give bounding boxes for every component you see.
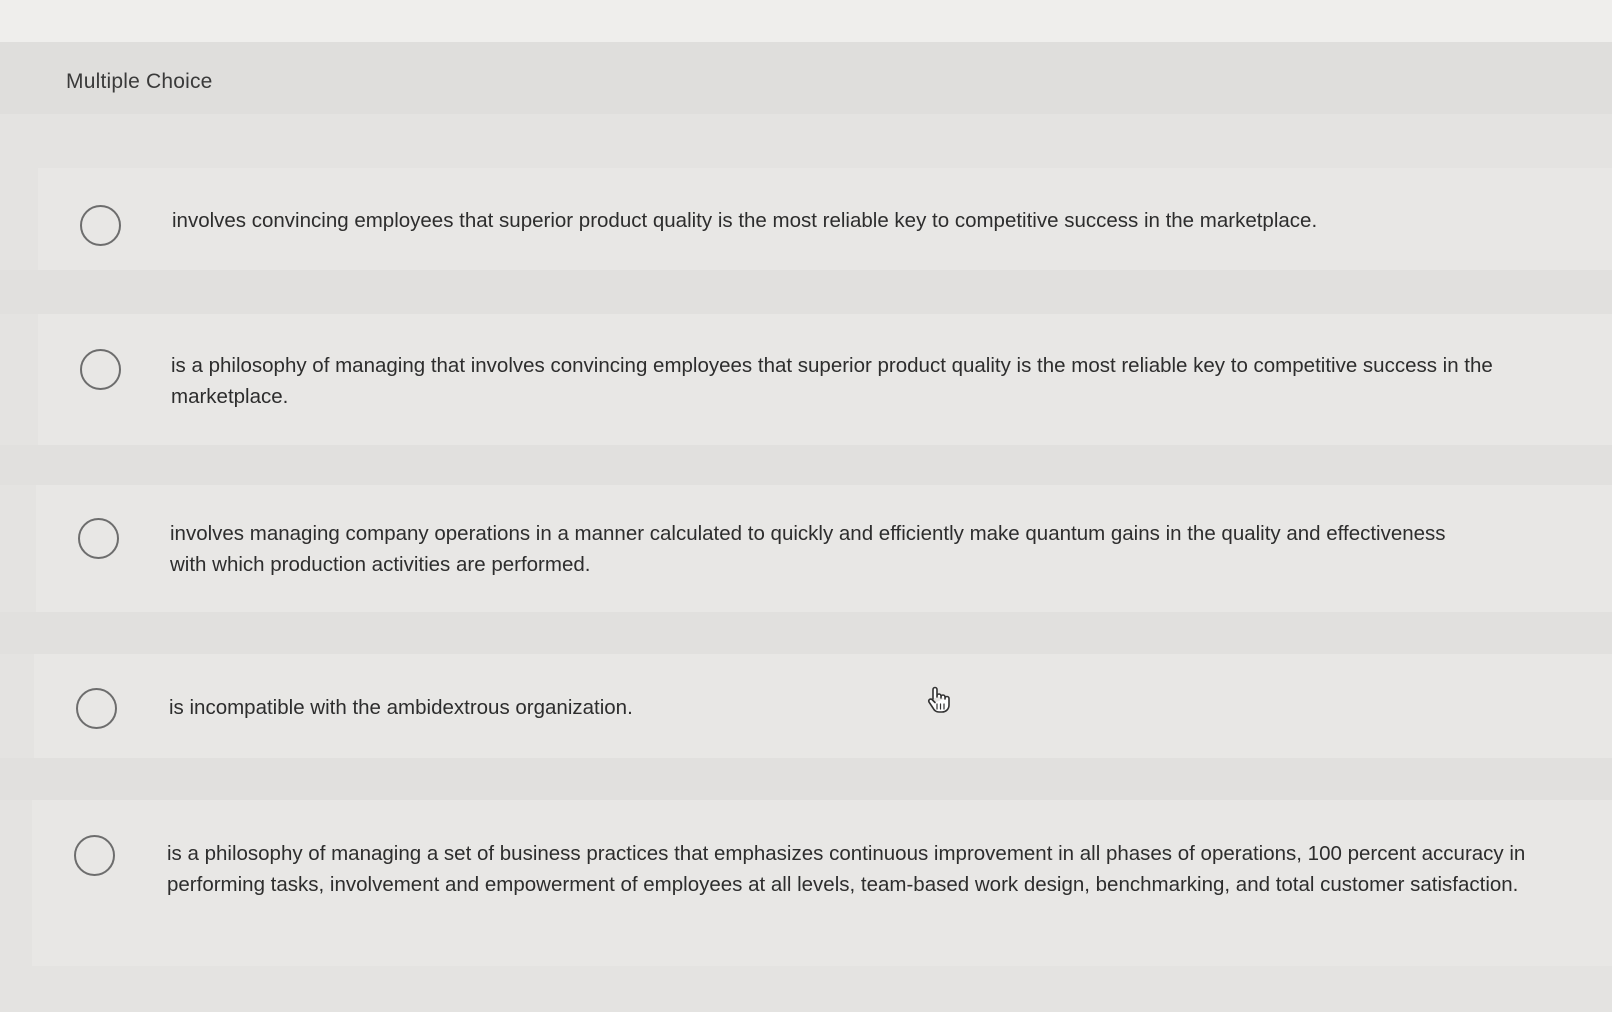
radio-button-1[interactable] <box>80 205 121 246</box>
radio-button-2[interactable] <box>80 349 121 390</box>
top-strip <box>0 0 1612 42</box>
answer-option-1-text: involves convincing employees that super… <box>172 209 1318 232</box>
answer-option-4-text: is incompatible with the ambidextrous or… <box>169 696 633 719</box>
answer-option-2-text: is a philosophy of managing that involve… <box>171 354 1493 408</box>
radio-button-4[interactable] <box>76 688 117 729</box>
question-type-label: Multiple Choice <box>66 70 213 93</box>
option-separator <box>0 758 1612 800</box>
answer-option-5-text: is a philosophy of managing a set of bus… <box>167 842 1526 896</box>
question-header <box>0 42 1612 114</box>
radio-button-3[interactable] <box>78 518 119 559</box>
answer-option-3-text: involves managing company operations in … <box>170 522 1446 576</box>
option-separator <box>0 270 1612 314</box>
option-separator <box>0 445 1612 485</box>
hand-pointer-icon <box>927 686 950 713</box>
option-separator <box>0 612 1612 654</box>
radio-button-5[interactable] <box>74 835 115 876</box>
